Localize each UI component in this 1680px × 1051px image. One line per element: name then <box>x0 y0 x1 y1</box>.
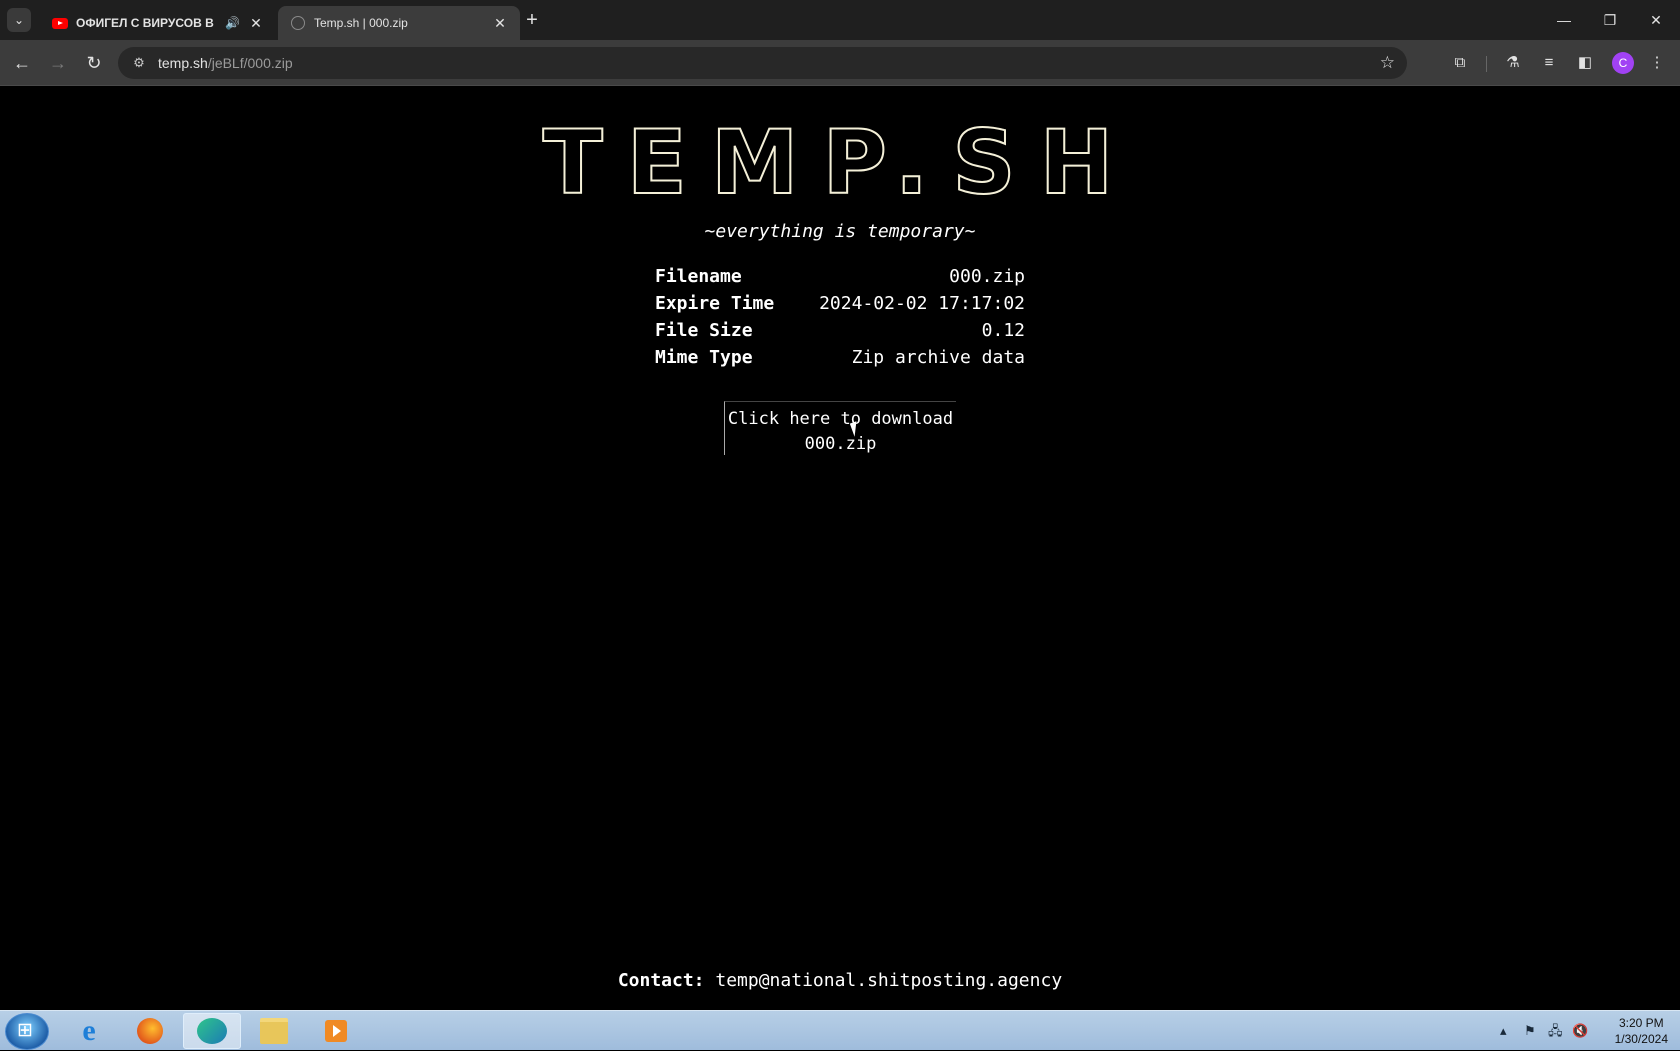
file-explorer-icon[interactable] <box>245 1013 303 1049</box>
tab-title: ОФИГЕЛ С ВИРУСОВ В ВА <box>76 16 217 30</box>
labs-flask-icon[interactable]: ⚗ <box>1502 52 1524 74</box>
download-button[interactable]: Click here to download 000.zip <box>724 401 956 455</box>
internet-explorer-icon[interactable]: e <box>60 1013 118 1049</box>
contact-email[interactable]: temp@national.shitposting.agency <box>715 970 1062 991</box>
info-key: Filename <box>655 266 742 287</box>
info-row: Mime Type Zip archive data <box>655 344 1025 371</box>
forward-button[interactable]: → <box>46 51 70 75</box>
tagline: ~everything is temporary~ <box>704 221 976 242</box>
volume-muted-icon[interactable]: 🔇 <box>1572 1011 1588 1051</box>
url-text[interactable]: temp.sh/jeBLf/000.zip <box>158 55 293 71</box>
tab-youtube[interactable]: ОФИГЕЛ С ВИРУСОВ В ВА 🔊 ✕ <box>40 6 276 40</box>
info-value: 0.12 <box>981 320 1025 341</box>
menu-kebab-icon[interactable]: ⋮ <box>1646 52 1668 74</box>
info-value: 2024-02-02 17:17:02 <box>819 293 1025 314</box>
page-content: TEMP.SH ~everything is temporary~ Filena… <box>0 86 1680 1010</box>
firefox-icon[interactable] <box>121 1013 179 1049</box>
media-player-icon[interactable] <box>307 1013 365 1049</box>
network-icon[interactable]: 🖧 <box>1548 1011 1563 1051</box>
chevron-down-icon: ⌄ <box>13 13 25 27</box>
extensions-icon[interactable]: ⧉ <box>1449 52 1471 74</box>
show-hidden-icons-button[interactable]: ▴ <box>1500 1011 1507 1051</box>
restore-button[interactable]: ❐ <box>1587 0 1633 40</box>
tab-strip: ⌄ ОФИГЕЛ С ВИРУСОВ В ВА 🔊 ✕ Temp.sh | 00… <box>0 0 1680 40</box>
taskbar: e ▴ ⚑ 🖧 🔇 3:20 PM 1/30/2024 <box>0 1010 1680 1050</box>
address-bar[interactable]: ⚙ temp.sh/jeBLf/000.zip ☆ <box>118 47 1407 79</box>
profile-avatar[interactable]: C <box>1612 52 1634 74</box>
site-logo: TEMP.SH <box>542 111 1138 214</box>
back-button[interactable]: ← <box>10 51 34 75</box>
download-label: Click here to download <box>727 409 954 429</box>
info-key: File Size <box>655 320 753 341</box>
clock-date: 1/30/2024 <box>1614 1032 1668 1046</box>
new-tab-button[interactable]: + <box>520 9 544 33</box>
contact-line: Contact: temp@national.shitposting.agenc… <box>0 970 1680 991</box>
start-button[interactable] <box>5 1013 49 1050</box>
browser-toolbar: ← → ↻ ⚙ temp.sh/jeBLf/000.zip ☆ ⧉ ⚗ ≡ ◧ … <box>0 40 1680 86</box>
bookmark-star-icon[interactable]: ☆ <box>1380 53 1395 73</box>
close-tab-icon[interactable]: ✕ <box>248 15 264 32</box>
close-tab-icon[interactable]: ✕ <box>492 15 508 32</box>
info-value: 000.zip <box>949 266 1025 287</box>
download-filename: 000.zip <box>804 434 877 454</box>
action-center-flag-icon[interactable]: ⚑ <box>1524 1011 1536 1051</box>
tab-title: Temp.sh | 000.zip <box>314 16 408 30</box>
globe-icon <box>290 15 306 31</box>
url-path: /jeBLf/000.zip <box>207 55 293 71</box>
file-info-table: Filename 000.zip Expire Time 2024-02-02 … <box>655 263 1025 371</box>
toolbar-separator <box>1486 56 1487 72</box>
side-panel-icon[interactable]: ◧ <box>1574 52 1596 74</box>
info-row: Filename 000.zip <box>655 263 1025 290</box>
youtube-icon <box>52 15 68 31</box>
media-queue-icon[interactable]: ≡ <box>1538 52 1560 74</box>
reload-button[interactable]: ↻ <box>82 51 106 75</box>
url-host: temp.sh <box>158 55 208 71</box>
edge-browser-icon[interactable] <box>183 1013 241 1049</box>
info-value: Zip archive data <box>851 347 1025 368</box>
info-key: Mime Type <box>655 347 753 368</box>
minimize-button[interactable]: — <box>1541 0 1587 40</box>
info-key: Expire Time <box>655 293 775 314</box>
close-window-button[interactable]: ✕ <box>1633 0 1679 40</box>
site-info-icon[interactable]: ⚙ <box>131 55 147 71</box>
info-row: Expire Time 2024-02-02 17:17:02 <box>655 290 1025 317</box>
tab-search-button[interactable]: ⌄ <box>7 8 31 32</box>
system-clock[interactable]: 3:20 PM 1/30/2024 <box>1615 1015 1668 1047</box>
info-row: File Size 0.12 <box>655 317 1025 344</box>
clock-time: 3:20 PM <box>1618 1016 1664 1030</box>
tab-temp-sh[interactable]: Temp.sh | 000.zip ✕ <box>278 6 520 40</box>
speaker-icon[interactable]: 🔊 <box>225 16 240 30</box>
contact-label: Contact: <box>617 970 705 991</box>
